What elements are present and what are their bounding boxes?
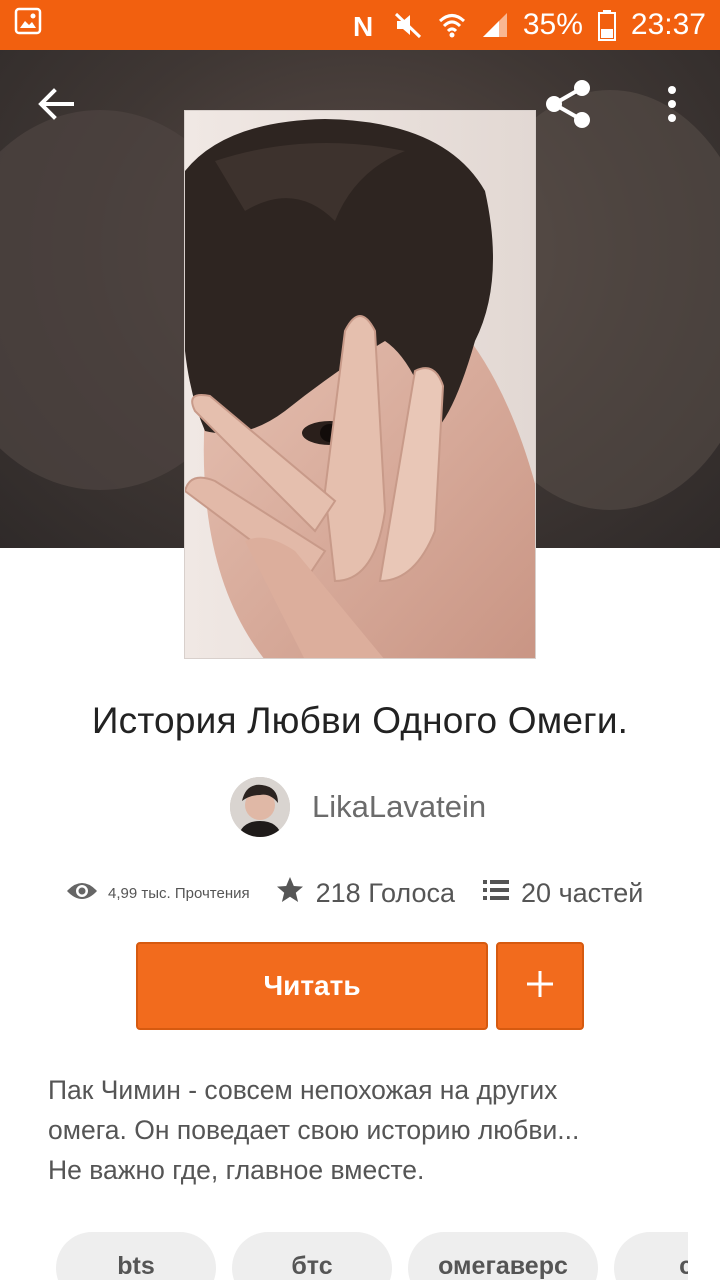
mute-icon (393, 10, 423, 40)
gallery-icon (14, 7, 42, 43)
tag-chip[interactable]: bts (56, 1232, 216, 1280)
plus-icon (525, 969, 555, 1004)
tag-chip[interactable]: бтс (232, 1232, 392, 1280)
more-vertical-icon (666, 84, 678, 129)
share-icon (542, 78, 594, 135)
read-button-label: Читать (263, 970, 361, 1001)
clock: 23:37 (630, 8, 706, 41)
story-cover-image (184, 110, 536, 659)
wifi-icon (437, 10, 467, 40)
votes-stat: 218 Голоса (276, 876, 455, 911)
avatar[interactable] (230, 777, 290, 837)
author-link[interactable]: LikaLavatein (230, 777, 486, 837)
svg-text:N: N (353, 11, 373, 40)
story-stats: 4,99 тыс. Прочтения 218 Голоса 20 частей (66, 870, 666, 916)
battery-percent: 35% (522, 8, 583, 41)
list-icon (483, 878, 510, 909)
read-button[interactable]: Читать (136, 942, 488, 1030)
reads-stat: 4,99 тыс. Прочтения (66, 880, 250, 906)
votes-count: 218 Голоса (315, 877, 456, 908)
parts-stat: 20 частей (483, 878, 643, 909)
share-button[interactable] (540, 78, 596, 134)
status-bar: N 35% 23:37 (0, 0, 720, 50)
back-arrow-icon (36, 84, 76, 129)
story-description: Пак Чимин - совсем непохожая на других о… (48, 1075, 580, 1185)
more-options-button[interactable] (656, 82, 688, 130)
nfc-icon: N (351, 10, 379, 40)
tag-chip[interactable]: омегаверс (408, 1232, 598, 1280)
story-title: История Любви Одного Омеги. (91, 700, 629, 741)
parts-count: 20 частей (521, 877, 644, 908)
eye-icon (66, 880, 98, 906)
tags-row[interactable]: btsбтс омегаверс сл (56, 1232, 688, 1280)
author-name[interactable]: LikaLavatein (312, 789, 486, 825)
signal-icon (481, 11, 509, 39)
battery-icon (597, 9, 617, 41)
add-to-library-button[interactable] (496, 942, 584, 1030)
back-button[interactable] (32, 82, 80, 130)
star-icon (276, 876, 304, 911)
tag-chip[interactable]: сл (614, 1232, 688, 1280)
reads-count: 4,99 тыс. Прочтения (108, 884, 250, 902)
